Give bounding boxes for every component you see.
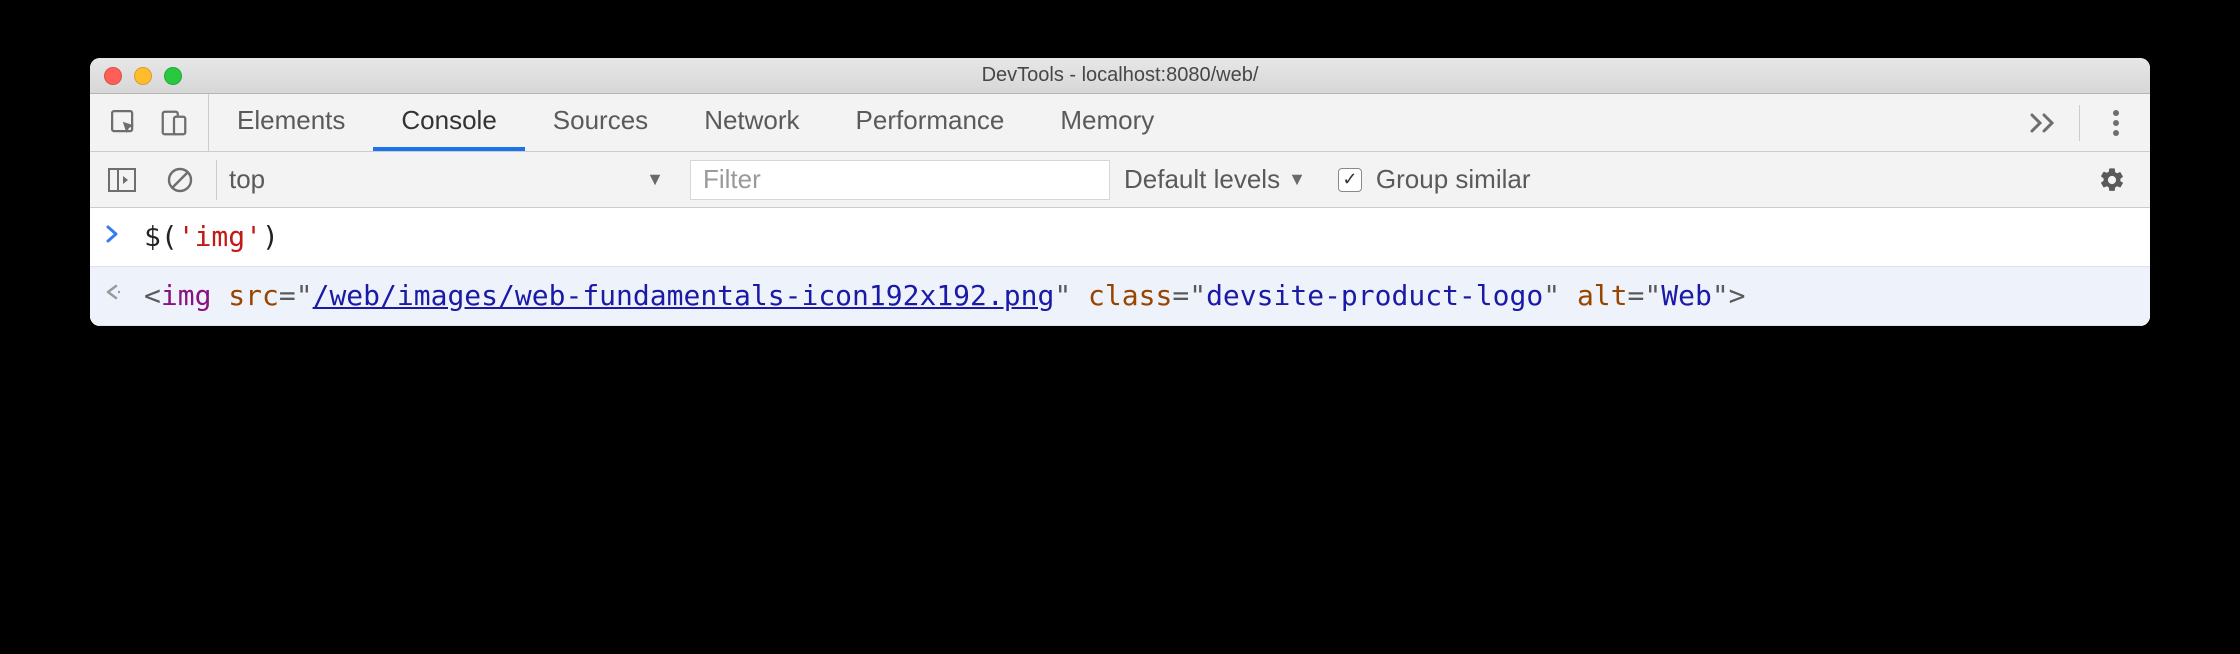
window-title: DevTools - localhost:8080/web/ bbox=[90, 64, 2150, 87]
execution-context-select[interactable]: top ▼ bbox=[216, 160, 676, 200]
tab-network[interactable]: Network bbox=[676, 94, 827, 151]
window-controls bbox=[90, 67, 182, 85]
zoom-icon[interactable] bbox=[164, 67, 182, 85]
console-output-code: <img src="/web/images/web-fundamentals-i… bbox=[144, 277, 1746, 315]
inspect-element-icon[interactable] bbox=[102, 101, 146, 145]
console-input-code: $('img') bbox=[144, 218, 279, 256]
context-label: top bbox=[229, 164, 265, 195]
kebab-menu-icon[interactable] bbox=[2094, 101, 2138, 145]
minimize-icon[interactable] bbox=[134, 67, 152, 85]
chevron-down-icon: ▼ bbox=[1288, 169, 1306, 190]
devtools-window: DevTools - localhost:8080/web/ Elements … bbox=[90, 58, 2150, 326]
close-icon[interactable] bbox=[104, 67, 122, 85]
tab-bar: Elements Console Sources Network Perform… bbox=[90, 94, 2150, 152]
tab-memory[interactable]: Memory bbox=[1032, 94, 1182, 151]
tab-elements[interactable]: Elements bbox=[209, 94, 373, 151]
gear-icon[interactable] bbox=[2090, 158, 2134, 202]
divider bbox=[2079, 105, 2080, 141]
tab-list: Elements Console Sources Network Perform… bbox=[209, 94, 2009, 151]
console-input-row[interactable]: $('img') bbox=[90, 208, 2150, 266]
toggle-sidebar-icon[interactable] bbox=[100, 158, 144, 202]
chevron-down-icon: ▼ bbox=[646, 169, 664, 190]
levels-label: Default levels bbox=[1124, 164, 1280, 195]
console-body: $('img') <img src="/web/images/web-funda… bbox=[90, 208, 2150, 326]
console-output-row[interactable]: <img src="/web/images/web-fundamentals-i… bbox=[90, 266, 2150, 326]
output-chevron-icon bbox=[104, 277, 132, 301]
group-similar-checkbox[interactable]: ✓ bbox=[1338, 168, 1362, 192]
titlebar[interactable]: DevTools - localhost:8080/web/ bbox=[90, 58, 2150, 94]
tab-console[interactable]: Console bbox=[373, 94, 524, 151]
tab-performance[interactable]: Performance bbox=[828, 94, 1033, 151]
input-chevron-icon bbox=[104, 218, 132, 244]
device-toolbar-icon[interactable] bbox=[152, 101, 196, 145]
tab-sources[interactable]: Sources bbox=[525, 94, 676, 151]
group-similar-label: Group similar bbox=[1376, 164, 1531, 195]
filter-input[interactable] bbox=[690, 160, 1110, 200]
console-toolbar: top ▼ Default levels ▼ ✓ Group similar bbox=[90, 152, 2150, 208]
log-levels-select[interactable]: Default levels ▼ bbox=[1124, 164, 1306, 195]
more-tabs-icon[interactable] bbox=[2021, 101, 2065, 145]
clear-console-icon[interactable] bbox=[158, 158, 202, 202]
